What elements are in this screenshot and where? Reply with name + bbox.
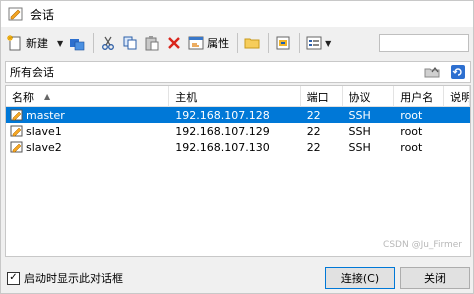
column-header-name-label: 名称 (12, 90, 34, 104)
folder-path-label: 所有会话 (10, 66, 54, 79)
column-header-host-label: 主机 (175, 90, 198, 104)
new-folder-button[interactable] (67, 32, 87, 54)
list-view-icon (306, 36, 322, 50)
properties-button[interactable]: 属性 (186, 32, 231, 54)
path-actions (414, 64, 466, 80)
new-session-label: 新建 (26, 37, 48, 50)
session-app-icon (8, 7, 23, 21)
chevron-down-icon: ▼ (57, 38, 64, 48)
show-on-startup-option[interactable]: ✓ 启动时显示此对话框 (7, 270, 123, 286)
title-bar: 会话 (1, 1, 473, 27)
session-tools-icon (276, 36, 290, 50)
toolbar: 新建 ▼ 属性 ▼ (1, 29, 473, 57)
session-description (444, 123, 470, 139)
toolbar-separator (299, 33, 301, 53)
column-header-name[interactable]: 名称 ▲ (6, 86, 170, 107)
column-header-port[interactable]: 端口 (301, 86, 343, 107)
folder-icon (244, 38, 260, 49)
scissors-icon (102, 36, 115, 50)
watermark-text: CSDN @Ju_Firmer (383, 240, 462, 250)
session-port: 22 (306, 124, 321, 138)
session-icon (10, 141, 23, 153)
delete-x-icon (168, 37, 181, 49)
show-on-startup-checkbox[interactable]: ✓ (7, 271, 20, 285)
column-header-host[interactable]: 主机 (169, 86, 301, 107)
session-name: slave2 (26, 140, 62, 154)
session-host: 192.168.107.128 (175, 108, 270, 122)
session-icon (10, 125, 23, 137)
session-icon (10, 109, 23, 121)
refresh-icon (451, 65, 465, 79)
new-session-icon (7, 35, 21, 51)
search-input[interactable] (379, 34, 469, 52)
view-mode-button[interactable]: ▼ (304, 32, 333, 54)
window-title: 会话 (30, 7, 55, 22)
session-host: 192.168.107.130 (175, 140, 270, 154)
session-protocol: SSH (348, 108, 371, 122)
properties-label: 属性 (207, 37, 230, 50)
column-header-user-label: 用户名 (400, 90, 434, 104)
show-on-startup-label: 启动时显示此对话框 (24, 272, 123, 285)
chevron-down-icon: ▼ (325, 38, 332, 48)
up-folder-icon (424, 67, 440, 78)
session-list: 名称 ▲ 主机 端口 协议 用户名 说明 master 192.168.107.… (5, 85, 471, 257)
toolbar-separator (93, 33, 95, 53)
close-button[interactable]: 关闭 (400, 267, 470, 289)
session-description (444, 139, 470, 155)
session-protocol: SSH (348, 124, 371, 138)
toolbar-separator (237, 33, 239, 53)
dialog-footer: ✓ 启动时显示此对话框 连接(C) 关闭 (1, 263, 473, 293)
folder-path-bar: 所有会话 (5, 61, 471, 83)
properties-icon (188, 36, 204, 50)
table-row[interactable]: master 192.168.107.128 22 SSH root (6, 107, 470, 123)
cut-button[interactable] (98, 32, 118, 54)
column-header-description-label: 说明 (450, 90, 470, 104)
session-port: 22 (306, 140, 321, 154)
new-session-dropdown[interactable]: ▼ (52, 32, 65, 54)
refresh-button[interactable] (450, 64, 466, 80)
sessions-dialog: 会话 新建 ▼ 属性 ▼ 所有会话 名称 ▲ 主机 端口 协议 用户名 说明 m… (0, 0, 474, 294)
open-folder-button[interactable] (242, 32, 262, 54)
column-header-port-label: 端口 (306, 90, 329, 104)
session-port: 22 (306, 108, 321, 122)
session-name-cell: slave1 (6, 123, 169, 139)
table-row[interactable]: slave2 192.168.107.130 22 SSH root (6, 139, 470, 155)
session-user: root (400, 124, 423, 138)
session-tools-button[interactable] (273, 32, 293, 54)
copy-button[interactable] (120, 32, 140, 54)
column-header-description[interactable]: 说明 (444, 86, 470, 107)
session-folder-icon (70, 39, 85, 51)
list-header: 名称 ▲ 主机 端口 协议 用户名 说明 (6, 86, 470, 107)
table-row[interactable]: slave1 192.168.107.129 22 SSH root (6, 123, 470, 139)
column-header-user[interactable]: 用户名 (394, 86, 445, 107)
sort-ascending-icon: ▲ (44, 92, 51, 101)
session-name-cell: slave2 (6, 139, 169, 155)
paste-icon (145, 36, 159, 51)
connect-button[interactable]: 连接(C) (325, 267, 395, 289)
session-name: slave1 (26, 124, 62, 138)
column-header-protocol[interactable]: 协议 (343, 86, 395, 107)
paste-button[interactable] (142, 32, 162, 54)
new-session-button[interactable]: 新建 (5, 32, 50, 54)
delete-button[interactable] (164, 32, 184, 54)
session-name-cell: master (6, 107, 169, 123)
session-user: root (400, 140, 423, 154)
column-header-protocol-label: 协议 (348, 90, 371, 104)
copy-icon (123, 36, 137, 50)
session-name: master (26, 108, 65, 122)
session-host: 192.168.107.129 (175, 124, 270, 138)
session-description (444, 107, 470, 123)
toolbar-separator (268, 33, 270, 53)
session-protocol: SSH (348, 140, 371, 154)
up-folder-button[interactable] (424, 64, 440, 80)
session-user: root (400, 108, 423, 122)
